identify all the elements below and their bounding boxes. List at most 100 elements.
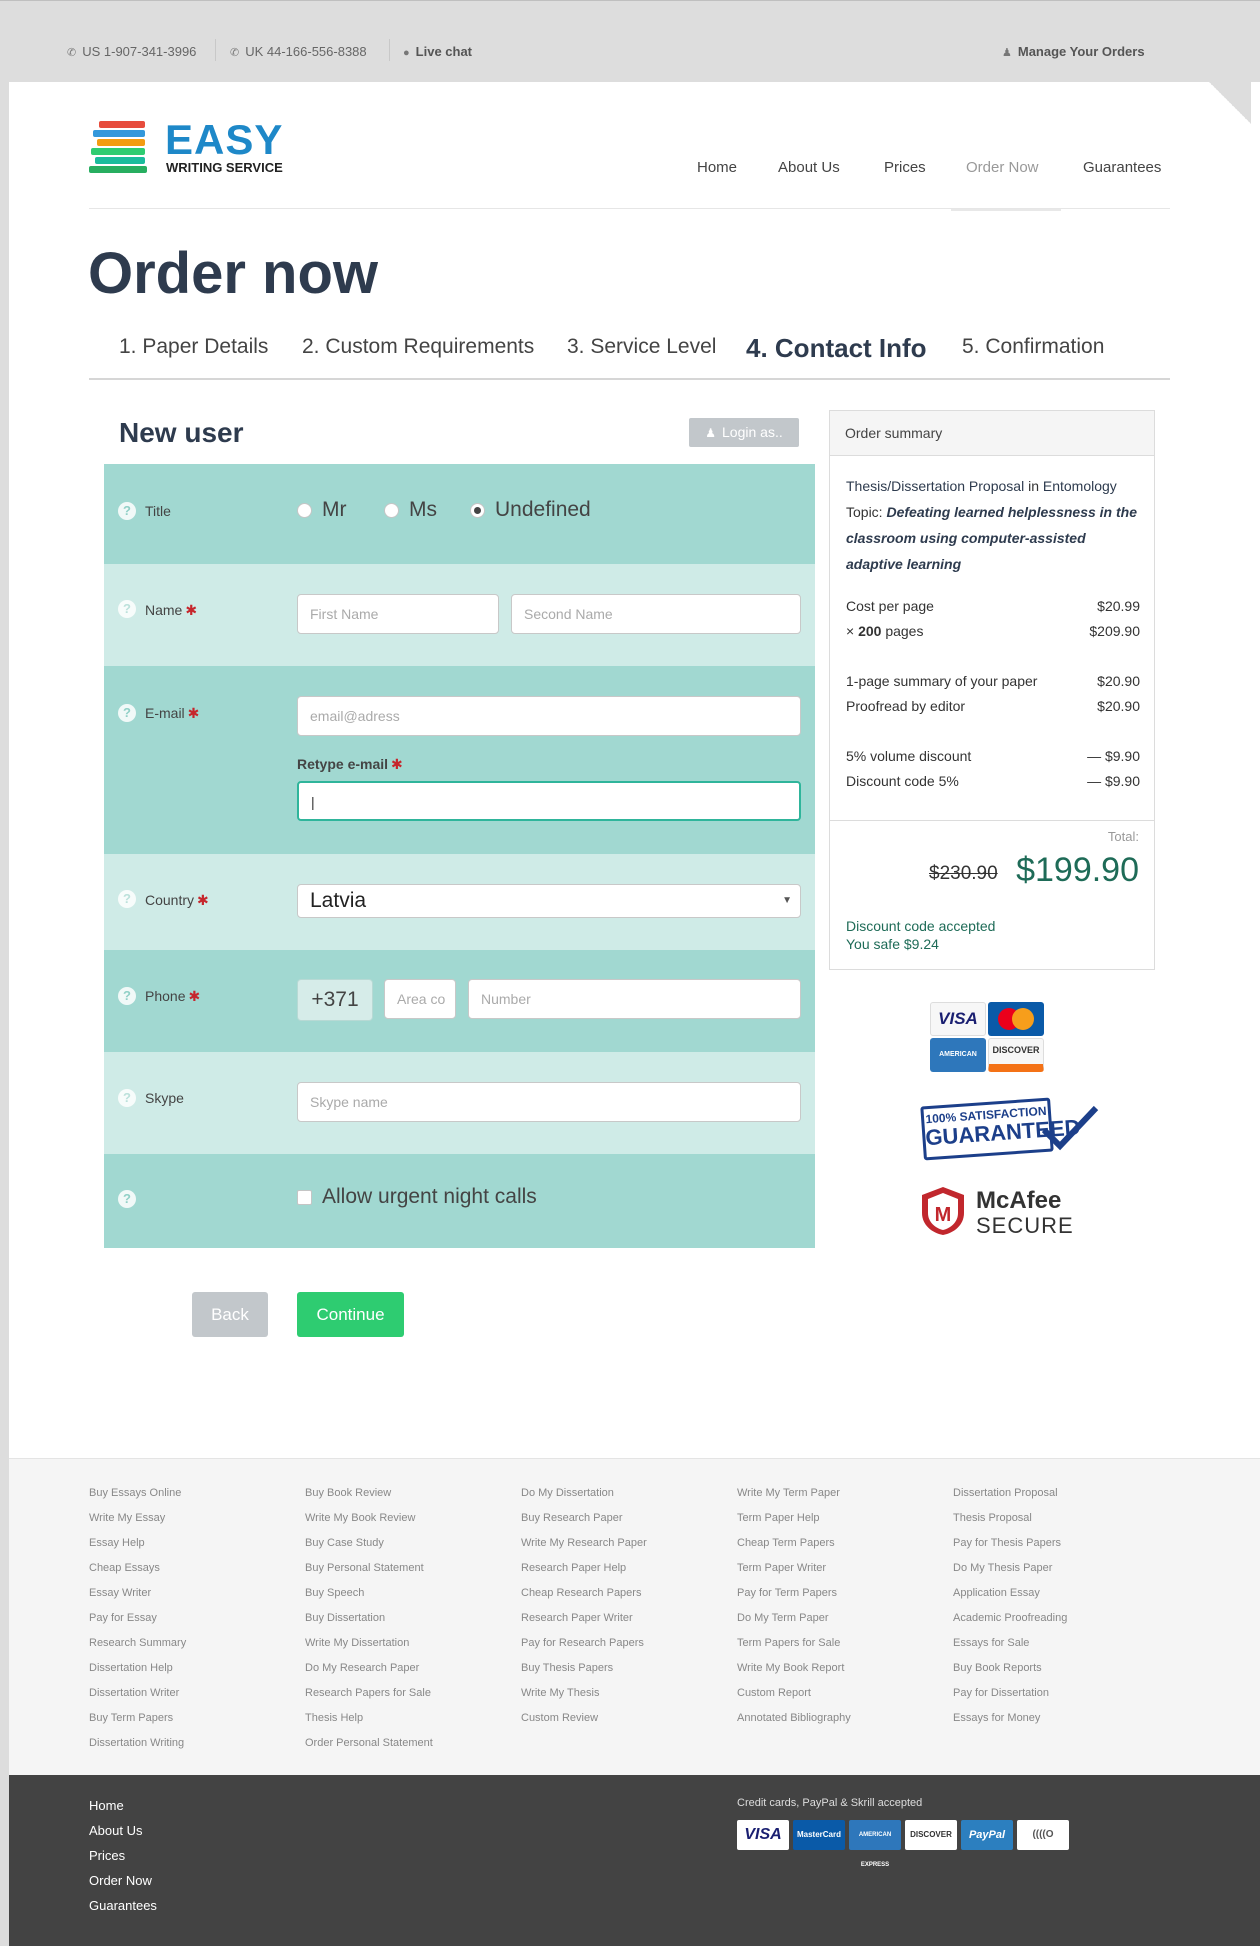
title-radio-undefined[interactable]: Undefined <box>470 498 591 522</box>
step-confirmation[interactable]: 5. Confirmation <box>962 335 1104 359</box>
footer-link[interactable]: Thesis Proposal <box>953 1506 1067 1531</box>
radio-button[interactable] <box>297 502 312 518</box>
nav-guarantees[interactable]: Guarantees <box>1083 159 1161 176</box>
title-radio-mr[interactable]: Mr <box>297 498 347 522</box>
amex-badge: AMERICAN EXPRESS <box>930 1038 986 1092</box>
email-label-text: E-mail <box>145 705 185 721</box>
footer-link[interactable]: Dissertation Proposal <box>953 1481 1067 1506</box>
footer-link[interactable]: Write My Book Report <box>737 1656 851 1681</box>
footer-link[interactable]: Do My Term Paper <box>737 1606 851 1631</box>
radio-button[interactable] <box>384 502 399 518</box>
footer-link[interactable]: Academic Proofreading <box>953 1606 1067 1631</box>
footer-link[interactable]: Application Essay <box>953 1581 1067 1606</box>
footer-link[interactable]: Custom Report <box>737 1681 851 1706</box>
footer-link[interactable]: Dissertation Help <box>89 1656 186 1681</box>
footer-link[interactable]: Research Paper Help <box>521 1556 647 1581</box>
phone-number-input[interactable]: Number <box>468 979 801 1019</box>
title-radio-ms[interactable]: Ms <box>384 498 437 522</box>
footer-link[interactable]: Buy Speech <box>305 1581 433 1606</box>
footer-nav-home[interactable]: Home <box>89 1793 124 1818</box>
footer-link[interactable]: Buy Essays Online <box>89 1481 186 1506</box>
help-icon[interactable]: ? <box>118 704 136 722</box>
back-button[interactable]: Back <box>192 1292 268 1337</box>
footer-nav-guarantees[interactable]: Guarantees <box>89 1893 157 1918</box>
footer-link[interactable]: Buy Personal Statement <box>305 1556 433 1581</box>
footer-link[interactable]: Cheap Essays <box>89 1556 186 1581</box>
footer-link[interactable]: Pay for Essay <box>89 1606 186 1631</box>
footer-link[interactable]: Write My Book Review <box>305 1506 433 1531</box>
footer-link[interactable]: Order Personal Statement <box>305 1731 433 1756</box>
footer-link[interactable]: Annotated Bibliography <box>737 1706 851 1731</box>
footer-link[interactable]: Pay for Thesis Papers <box>953 1531 1067 1556</box>
footer-link[interactable]: Pay for Research Papers <box>521 1631 647 1656</box>
footer-link[interactable]: Pay for Term Papers <box>737 1581 851 1606</box>
email-input[interactable]: email@adress <box>297 696 801 736</box>
footer-nav-about-us[interactable]: About Us <box>89 1818 142 1843</box>
footer-link[interactable]: Dissertation Writing <box>89 1731 186 1756</box>
phone-us[interactable]: ✆ US 1-907-341-3996 <box>67 44 196 59</box>
footer-nav-order-now[interactable]: Order Now <box>89 1868 152 1893</box>
help-icon[interactable]: ? <box>118 502 136 520</box>
radio-button-selected[interactable] <box>470 502 485 518</box>
footer-link[interactable]: Buy Dissertation <box>305 1606 433 1631</box>
step-service-level[interactable]: 3. Service Level <box>567 335 716 359</box>
footer-link[interactable]: Thesis Help <box>305 1706 433 1731</box>
footer-link[interactable]: Essays for Sale <box>953 1631 1067 1656</box>
help-icon[interactable]: ? <box>118 1190 136 1208</box>
footer-link[interactable]: Do My Thesis Paper <box>953 1556 1067 1581</box>
login-as-button[interactable]: ♟ Login as.. <box>689 418 799 447</box>
footer-link[interactable]: Pay for Dissertation <box>953 1681 1067 1706</box>
footer-link[interactable]: Write My Dissertation <box>305 1631 433 1656</box>
help-icon[interactable]: ? <box>118 890 136 908</box>
country-select[interactable]: Latvia ▼ <box>297 884 801 918</box>
footer-link[interactable]: Term Papers for Sale <box>737 1631 851 1656</box>
nav-about-us[interactable]: About Us <box>778 159 840 176</box>
footer-link[interactable]: Research Summary <box>89 1631 186 1656</box>
footer-link[interactable]: Research Papers for Sale <box>305 1681 433 1706</box>
footer-link[interactable]: Do My Research Paper <box>305 1656 433 1681</box>
nav-prices[interactable]: Prices <box>884 159 926 176</box>
footer-link[interactable]: Write My Thesis <box>521 1681 647 1706</box>
footer-link[interactable]: Buy Book Reports <box>953 1656 1067 1681</box>
retype-email-label: Retype e-mail ✱ <box>297 756 403 773</box>
footer-link[interactable]: Buy Case Study <box>305 1531 433 1556</box>
footer-link[interactable]: Buy Thesis Papers <box>521 1656 647 1681</box>
total-label: Total: <box>1107 829 1139 844</box>
retype-email-input[interactable]: | <box>297 781 801 821</box>
footer-link[interactable]: Write My Essay <box>89 1506 186 1531</box>
help-icon[interactable]: ? <box>118 987 136 1005</box>
checkbox[interactable] <box>297 1189 312 1205</box>
footer-link[interactable]: Essay Writer <box>89 1581 186 1606</box>
help-icon[interactable]: ? <box>118 600 136 618</box>
continue-button[interactable]: Continue <box>297 1292 404 1337</box>
footer-link[interactable]: Essay Help <box>89 1531 186 1556</box>
phone-uk[interactable]: ✆ UK 44-166-556-8388 <box>230 44 367 59</box>
footer-link[interactable]: Dissertation Writer <box>89 1681 186 1706</box>
footer-link[interactable]: Cheap Term Papers <box>737 1531 851 1556</box>
footer-link[interactable]: Buy Research Paper <box>521 1506 647 1531</box>
footer-link[interactable]: Write My Term Paper <box>737 1481 851 1506</box>
footer-link[interactable]: Do My Dissertation <box>521 1481 647 1506</box>
footer-link[interactable]: Cheap Research Papers <box>521 1581 647 1606</box>
nav-order-now[interactable]: Order Now <box>966 159 1039 176</box>
live-chat-link[interactable]: ● Live chat <box>403 44 472 59</box>
area-code-input[interactable]: Area co <box>384 979 456 1019</box>
skype-input[interactable]: Skype name <box>297 1082 801 1122</box>
footer-link[interactable]: Essays for Money <box>953 1706 1067 1731</box>
footer-link[interactable]: Buy Book Review <box>305 1481 433 1506</box>
second-name-input[interactable]: Second Name <box>511 594 801 634</box>
footer-link[interactable]: Custom Review <box>521 1706 647 1731</box>
footer-link[interactable]: Buy Term Papers <box>89 1706 186 1731</box>
manage-orders-link[interactable]: ♟ Manage Your Orders <box>1002 44 1145 59</box>
step-custom-requirements[interactable]: 2. Custom Requirements <box>302 335 534 359</box>
help-icon[interactable]: ? <box>118 1089 136 1107</box>
night-calls-checkbox[interactable]: Allow urgent night calls <box>297 1185 537 1209</box>
footer-link[interactable]: Research Paper Writer <box>521 1606 647 1631</box>
footer-link[interactable]: Term Paper Writer <box>737 1556 851 1581</box>
footer-nav-prices[interactable]: Prices <box>89 1843 125 1868</box>
footer-link[interactable]: Write My Research Paper <box>521 1531 647 1556</box>
footer-link[interactable]: Term Paper Help <box>737 1506 851 1531</box>
step-paper-details[interactable]: 1. Paper Details <box>119 335 268 359</box>
nav-home[interactable]: Home <box>697 159 737 176</box>
first-name-input[interactable]: First Name <box>297 594 499 634</box>
